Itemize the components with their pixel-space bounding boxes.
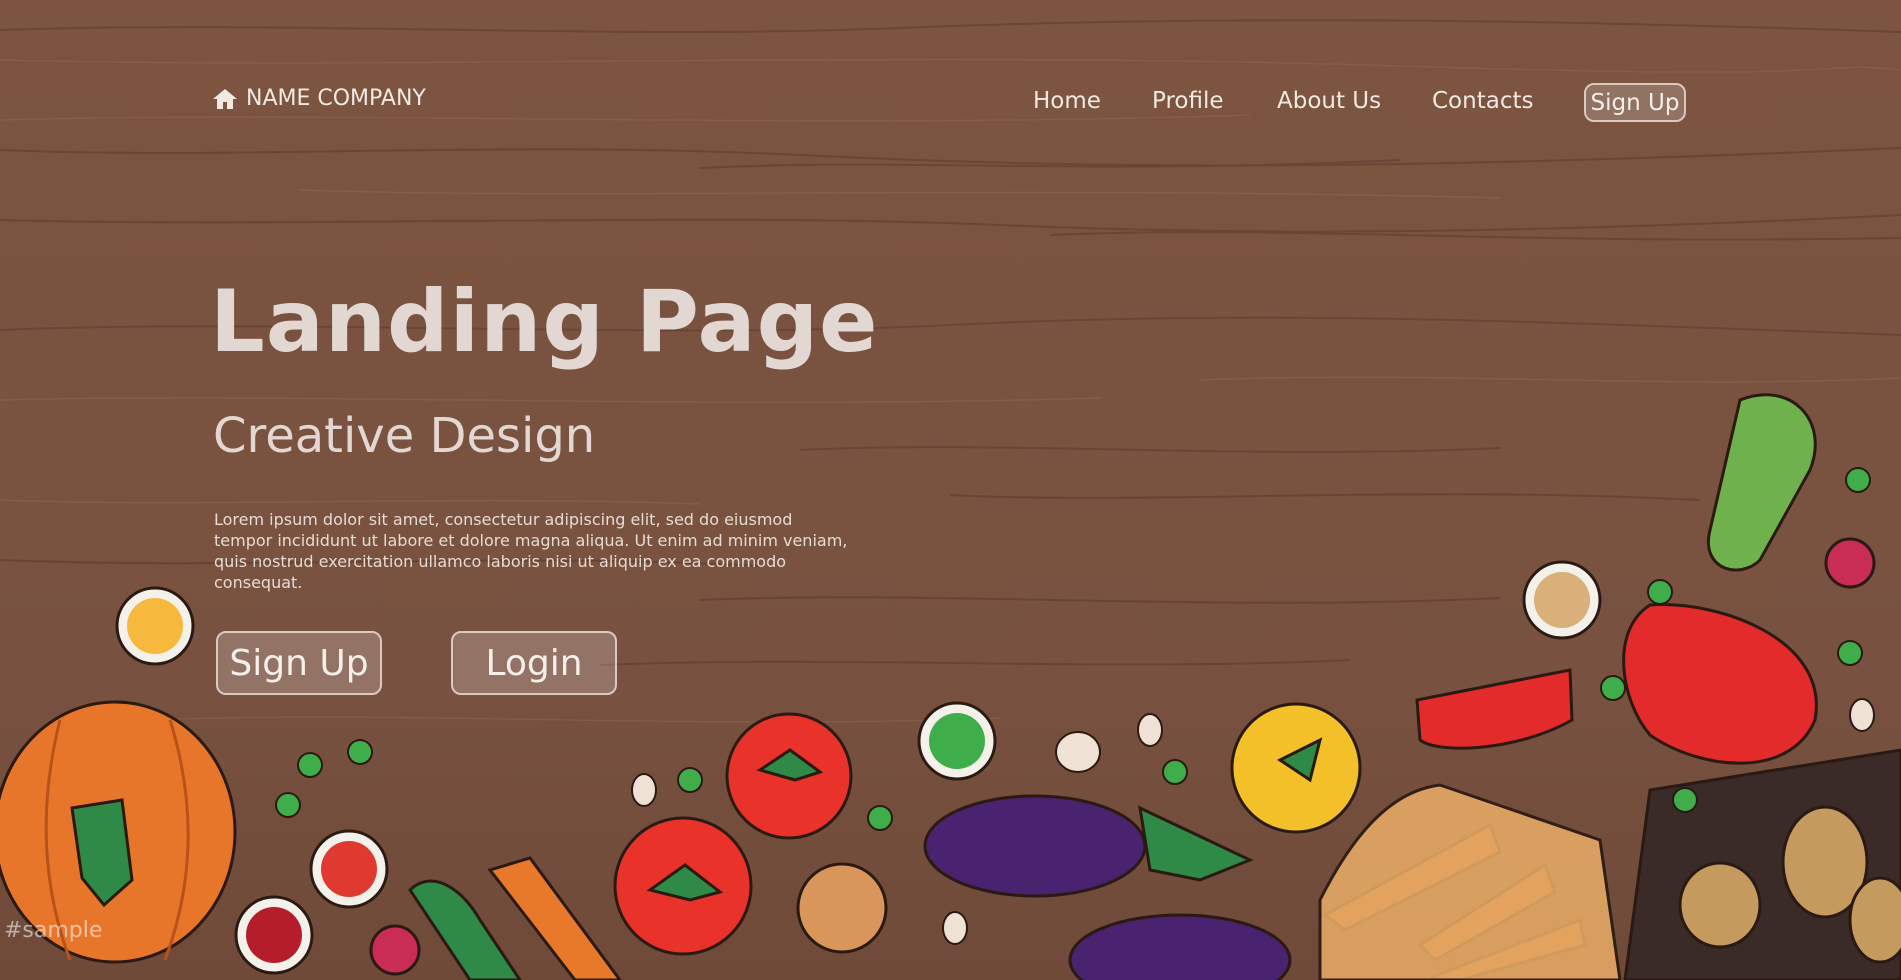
brand-logo[interactable]: NAME COMPANY	[212, 86, 426, 111]
top-nav: Home Profile About Us Contacts Sign Up	[1000, 82, 1690, 126]
hero-title: Landing Page	[210, 272, 879, 372]
company-name: NAME COMPANY	[246, 86, 426, 111]
sample-watermark: #sample	[4, 918, 103, 943]
nav-contacts[interactable]: Contacts	[1432, 88, 1533, 114]
home-icon	[213, 88, 237, 109]
hero-subtitle: Creative Design	[213, 408, 596, 464]
wood-texture	[0, 19, 1901, 723]
hero-login-button[interactable]: Login	[451, 631, 617, 695]
nav-profile[interactable]: Profile	[1152, 88, 1224, 114]
nav-about-us[interactable]: About Us	[1277, 88, 1381, 114]
nav-home[interactable]: Home	[1033, 88, 1101, 114]
landing-page: NAME COMPANY Home Profile About Us Conta…	[0, 0, 1901, 980]
hero-description: Lorem ipsum dolor sit amet, consectetur …	[214, 510, 848, 592]
nav-sign-up-button[interactable]: Sign Up	[1584, 83, 1686, 122]
hero-sign-up-button[interactable]: Sign Up	[216, 631, 382, 695]
